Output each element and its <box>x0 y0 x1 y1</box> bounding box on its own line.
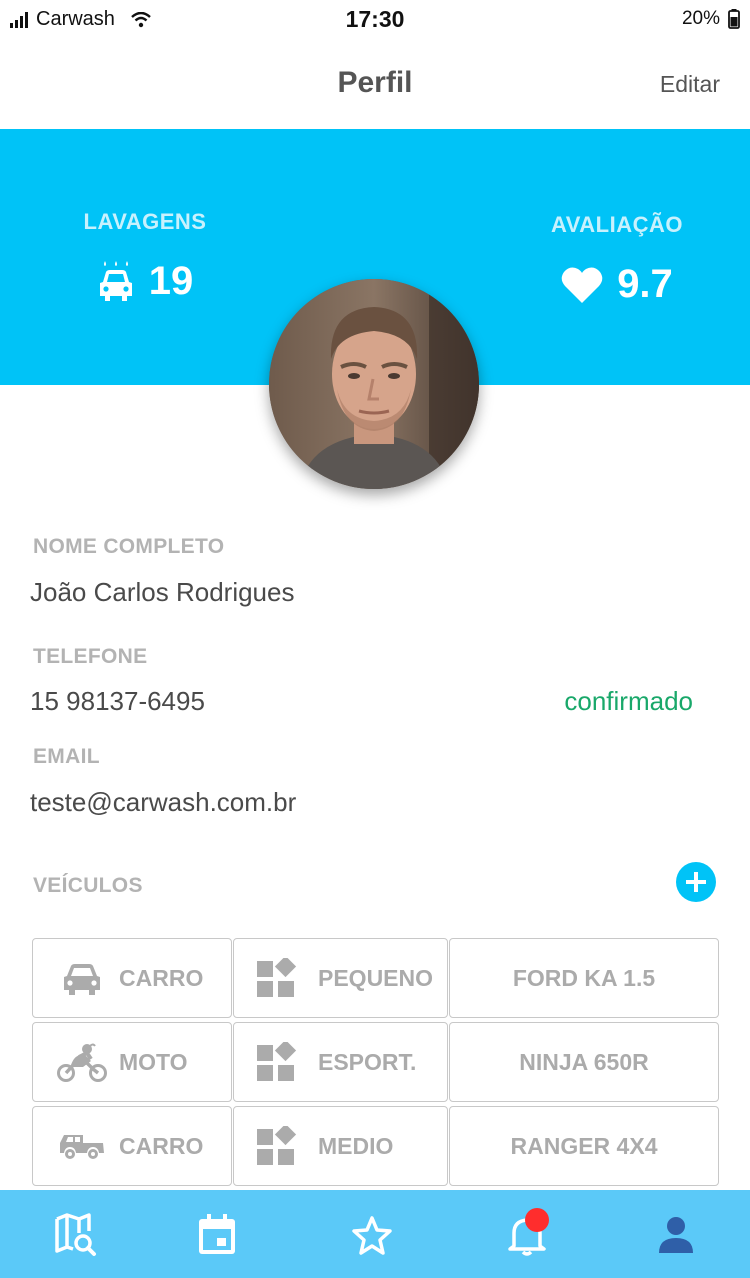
avatar-photo <box>269 279 479 489</box>
vehicle-row[interactable]: CARRO PEQUENO FORD KA 1.5 <box>32 938 719 1018</box>
vehicle-size-cell[interactable]: MEDIO <box>233 1106 448 1186</box>
washes-value-row: 19 <box>70 259 220 304</box>
navigation-bar: Perfil Editar <box>0 40 750 129</box>
tab-bar <box>0 1190 750 1278</box>
page-title: Perfil <box>337 66 413 99</box>
notification-badge <box>525 1208 549 1232</box>
vehicle-row[interactable]: MOTO ESPORT. NINJA 650R <box>32 1022 719 1102</box>
vehicle-size-cell[interactable]: ESPORT. <box>233 1022 448 1102</box>
washes-label: LAVAGENS <box>83 209 207 234</box>
vehicle-model-cell[interactable]: NINJA 650R <box>449 1022 719 1102</box>
washes-count: 19 <box>148 259 194 303</box>
car-icon <box>57 959 107 999</box>
name-label: NOME COMPLETO <box>33 535 225 558</box>
vehicle-type-cell[interactable]: MOTO <box>32 1022 232 1102</box>
tab-map[interactable] <box>50 1212 100 1258</box>
car-wash-icon <box>99 260 132 301</box>
tab-profile[interactable] <box>651 1212 701 1258</box>
status-bar: Carwash 17:30 20% <box>0 0 750 40</box>
vehicle-type: MOTO <box>119 1048 188 1075</box>
vehicle-type: CARRO <box>119 1132 204 1159</box>
tab-calendar[interactable] <box>192 1212 242 1258</box>
vehicle-model: NINJA 650R <box>519 1048 649 1075</box>
battery-icon <box>728 9 740 29</box>
phone-label: TELEFONE <box>33 645 148 668</box>
phone-status-badge: confirmado <box>564 686 693 716</box>
size-category-icon <box>257 955 297 998</box>
avatar[interactable] <box>269 279 479 489</box>
rating-value-row: 9.7 <box>537 262 697 307</box>
motorcycle-icon <box>57 1043 107 1083</box>
vehicle-size: MEDIO <box>318 1132 394 1159</box>
washes-stat: LAVAGENS 19 <box>70 209 220 304</box>
tab-favorites[interactable] <box>347 1212 397 1258</box>
vehicle-model: RANGER 4X4 <box>510 1132 658 1159</box>
size-category-icon <box>257 1039 297 1082</box>
calendar-icon <box>199 1214 235 1254</box>
clock: 17:30 <box>345 6 405 32</box>
vehicle-type-cell[interactable]: CARRO <box>32 938 232 1018</box>
vehicle-model: FORD KA 1.5 <box>512 964 656 991</box>
edit-button[interactable]: Editar <box>660 71 720 98</box>
user-icon <box>659 1217 693 1253</box>
vehicle-row[interactable]: CARRO MEDIO RANGER 4X4 <box>32 1106 719 1186</box>
rating-stat: AVALIAÇÃO 9.7 <box>537 212 697 307</box>
rating-label: AVALIAÇÃO <box>550 212 683 237</box>
rating-score: 9.7 <box>617 262 673 306</box>
vehicle-type-cell[interactable]: CARRO <box>32 1106 232 1186</box>
star-icon <box>352 1216 392 1255</box>
add-vehicle-button[interactable] <box>676 862 716 902</box>
email-label: EMAIL <box>33 745 100 768</box>
map-search-icon <box>55 1213 96 1256</box>
pickup-icon <box>57 1127 107 1167</box>
vehicle-size-cell[interactable]: PEQUENO <box>233 938 448 1018</box>
email-value: teste@carwash.com.br <box>30 787 297 817</box>
vehicle-size: PEQUENO <box>318 964 434 991</box>
vehicle-model-cell[interactable]: FORD KA 1.5 <box>449 938 719 1018</box>
vehicle-type: CARRO <box>119 964 204 991</box>
battery-status: 20% <box>682 8 740 30</box>
phone-value: 15 98137-6495 <box>30 686 205 716</box>
name-value: João Carlos Rodrigues <box>30 577 295 607</box>
size-category-icon <box>257 1123 297 1166</box>
battery-percent: 20% <box>681 8 720 29</box>
vehicle-model-cell[interactable]: RANGER 4X4 <box>449 1106 719 1186</box>
vehicles-label: VEÍCULOS <box>33 874 143 897</box>
vehicle-size: ESPORT. <box>318 1048 417 1075</box>
heart-icon <box>561 267 603 303</box>
